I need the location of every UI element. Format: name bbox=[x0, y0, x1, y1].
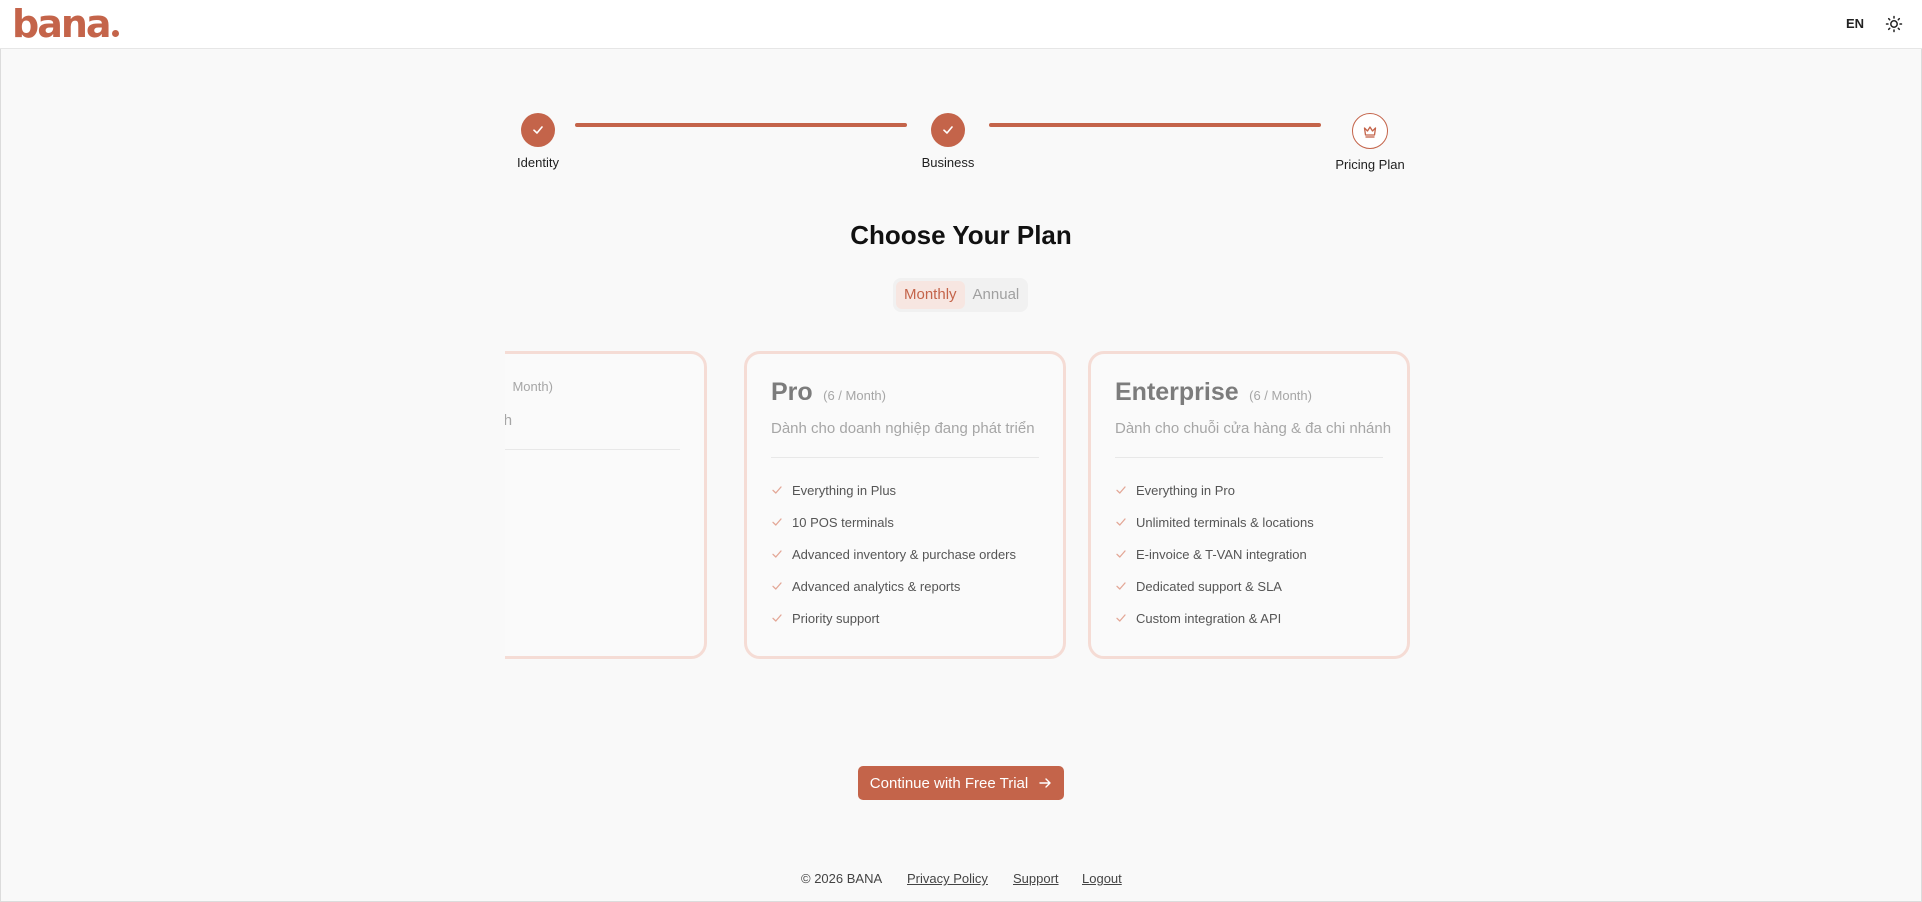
check-icon bbox=[772, 550, 782, 558]
feature-item: Custom integration & API bbox=[1115, 602, 1383, 634]
plan-price: (6 / Month) bbox=[1249, 388, 1312, 403]
step-connector-2 bbox=[989, 123, 1321, 127]
feature-text: Everything in Plus bbox=[792, 482, 897, 498]
feature-text: Dedicated support & SLA bbox=[1136, 578, 1282, 594]
plan-name: Pro bbox=[771, 378, 813, 406]
feature-text: Priority support bbox=[792, 610, 880, 626]
logo-dot bbox=[111, 30, 119, 37]
check-icon bbox=[772, 614, 782, 622]
billing-period-toggle: Monthly Annual bbox=[893, 278, 1028, 312]
plan-price: Month) bbox=[512, 379, 553, 394]
logo-text: bana bbox=[12, 2, 112, 46]
step-label-pricing-plan: Pricing Plan bbox=[1335, 157, 1405, 172]
step-identity-check-icon bbox=[521, 113, 555, 147]
plan-card-enterprise[interactable]: Enterprise (6 / Month) Dành cho chuỗi cử… bbox=[1088, 351, 1410, 659]
feature-text: Advanced analytics & reports bbox=[792, 578, 961, 594]
privacy-policy-link[interactable]: Privacy Policy bbox=[907, 871, 988, 886]
plan-name: Enterprise bbox=[1115, 378, 1239, 406]
logout-link[interactable]: Logout bbox=[1082, 871, 1122, 886]
card-divider bbox=[771, 457, 1039, 458]
check-icon bbox=[1116, 614, 1126, 622]
feature-item: 10 POS terminals bbox=[771, 506, 1039, 538]
copyright-text: © 2026 BANA bbox=[801, 871, 883, 886]
plan-carousel: Month) ửa hàng đã ổn định Pro (6 / Month… bbox=[505, 348, 1425, 663]
step-connector-1 bbox=[575, 123, 907, 127]
card-divider bbox=[505, 449, 680, 450]
plan-description: Dành cho doanh nghiệp đang phát triển bbox=[771, 420, 1035, 437]
check-icon bbox=[772, 582, 782, 590]
bana-logo[interactable]: bana bbox=[12, 5, 119, 43]
feature-text: 10 POS terminals bbox=[792, 514, 894, 530]
feature-text: Custom integration & API bbox=[1136, 610, 1282, 626]
arrow-right-icon bbox=[1039, 778, 1051, 788]
feature-item: E-invoice & T-VAN integration bbox=[1115, 538, 1383, 570]
language-switcher[interactable]: EN bbox=[1846, 16, 1864, 31]
feature-item: Dedicated support & SLA bbox=[1115, 570, 1383, 602]
step-label-identity: Identity bbox=[517, 155, 559, 170]
feature-item: Everything in Plus bbox=[771, 474, 1039, 506]
plan-description: Dành cho chuỗi cửa hàng & đa chi nhánh bbox=[1115, 420, 1392, 437]
feature-item: Unlimited terminals & locations bbox=[1115, 506, 1383, 538]
card-divider bbox=[1115, 457, 1383, 458]
check-icon bbox=[1116, 518, 1126, 526]
toggle-annual[interactable]: Annual bbox=[965, 281, 1028, 309]
feature-item: Everything in Pro bbox=[1115, 474, 1383, 506]
check-icon bbox=[772, 518, 782, 526]
support-link[interactable]: Support bbox=[1013, 871, 1059, 886]
continue-free-trial-button[interactable]: Continue with Free Trial bbox=[858, 766, 1064, 800]
check-icon bbox=[1116, 486, 1126, 494]
check-icon bbox=[1116, 550, 1126, 558]
page-title: Choose Your Plan bbox=[850, 220, 1072, 250]
sun-icon[interactable] bbox=[1885, 15, 1903, 33]
feature-list: Everything in Plus 10 POS terminals Adva… bbox=[771, 474, 1039, 634]
feature-item: Advanced analytics & reports bbox=[771, 570, 1039, 602]
feature-text: E-invoice & T-VAN integration bbox=[1136, 546, 1307, 562]
top-header: bana EN bbox=[0, 0, 1922, 49]
feature-item: Priority support bbox=[771, 602, 1039, 634]
step-pricing-crown-icon bbox=[1352, 113, 1388, 149]
plan-price: (6 / Month) bbox=[823, 388, 886, 403]
plan-description: ửa hàng đã ổn định bbox=[505, 412, 513, 429]
feature-item: Advanced inventory & purchase orders bbox=[771, 538, 1039, 570]
feature-list: Everything in Pro Unlimited terminals & … bbox=[1115, 474, 1383, 634]
feature-text: Advanced inventory & purchase orders bbox=[792, 546, 1017, 562]
step-business-check-icon bbox=[931, 113, 965, 147]
cta-label: Continue with Free Trial bbox=[869, 774, 1029, 792]
check-icon bbox=[772, 486, 782, 494]
toggle-monthly[interactable]: Monthly bbox=[896, 281, 965, 309]
feature-text: Everything in Pro bbox=[1136, 482, 1235, 498]
feature-text: Unlimited terminals & locations bbox=[1136, 514, 1314, 530]
step-label-business: Business bbox=[921, 155, 975, 170]
plan-card-pro[interactable]: Pro (6 / Month) Dành cho doanh nghiệp đa… bbox=[744, 351, 1066, 659]
check-icon bbox=[1116, 582, 1126, 590]
plan-card-partial[interactable]: Month) ửa hàng đã ổn định bbox=[505, 351, 707, 659]
